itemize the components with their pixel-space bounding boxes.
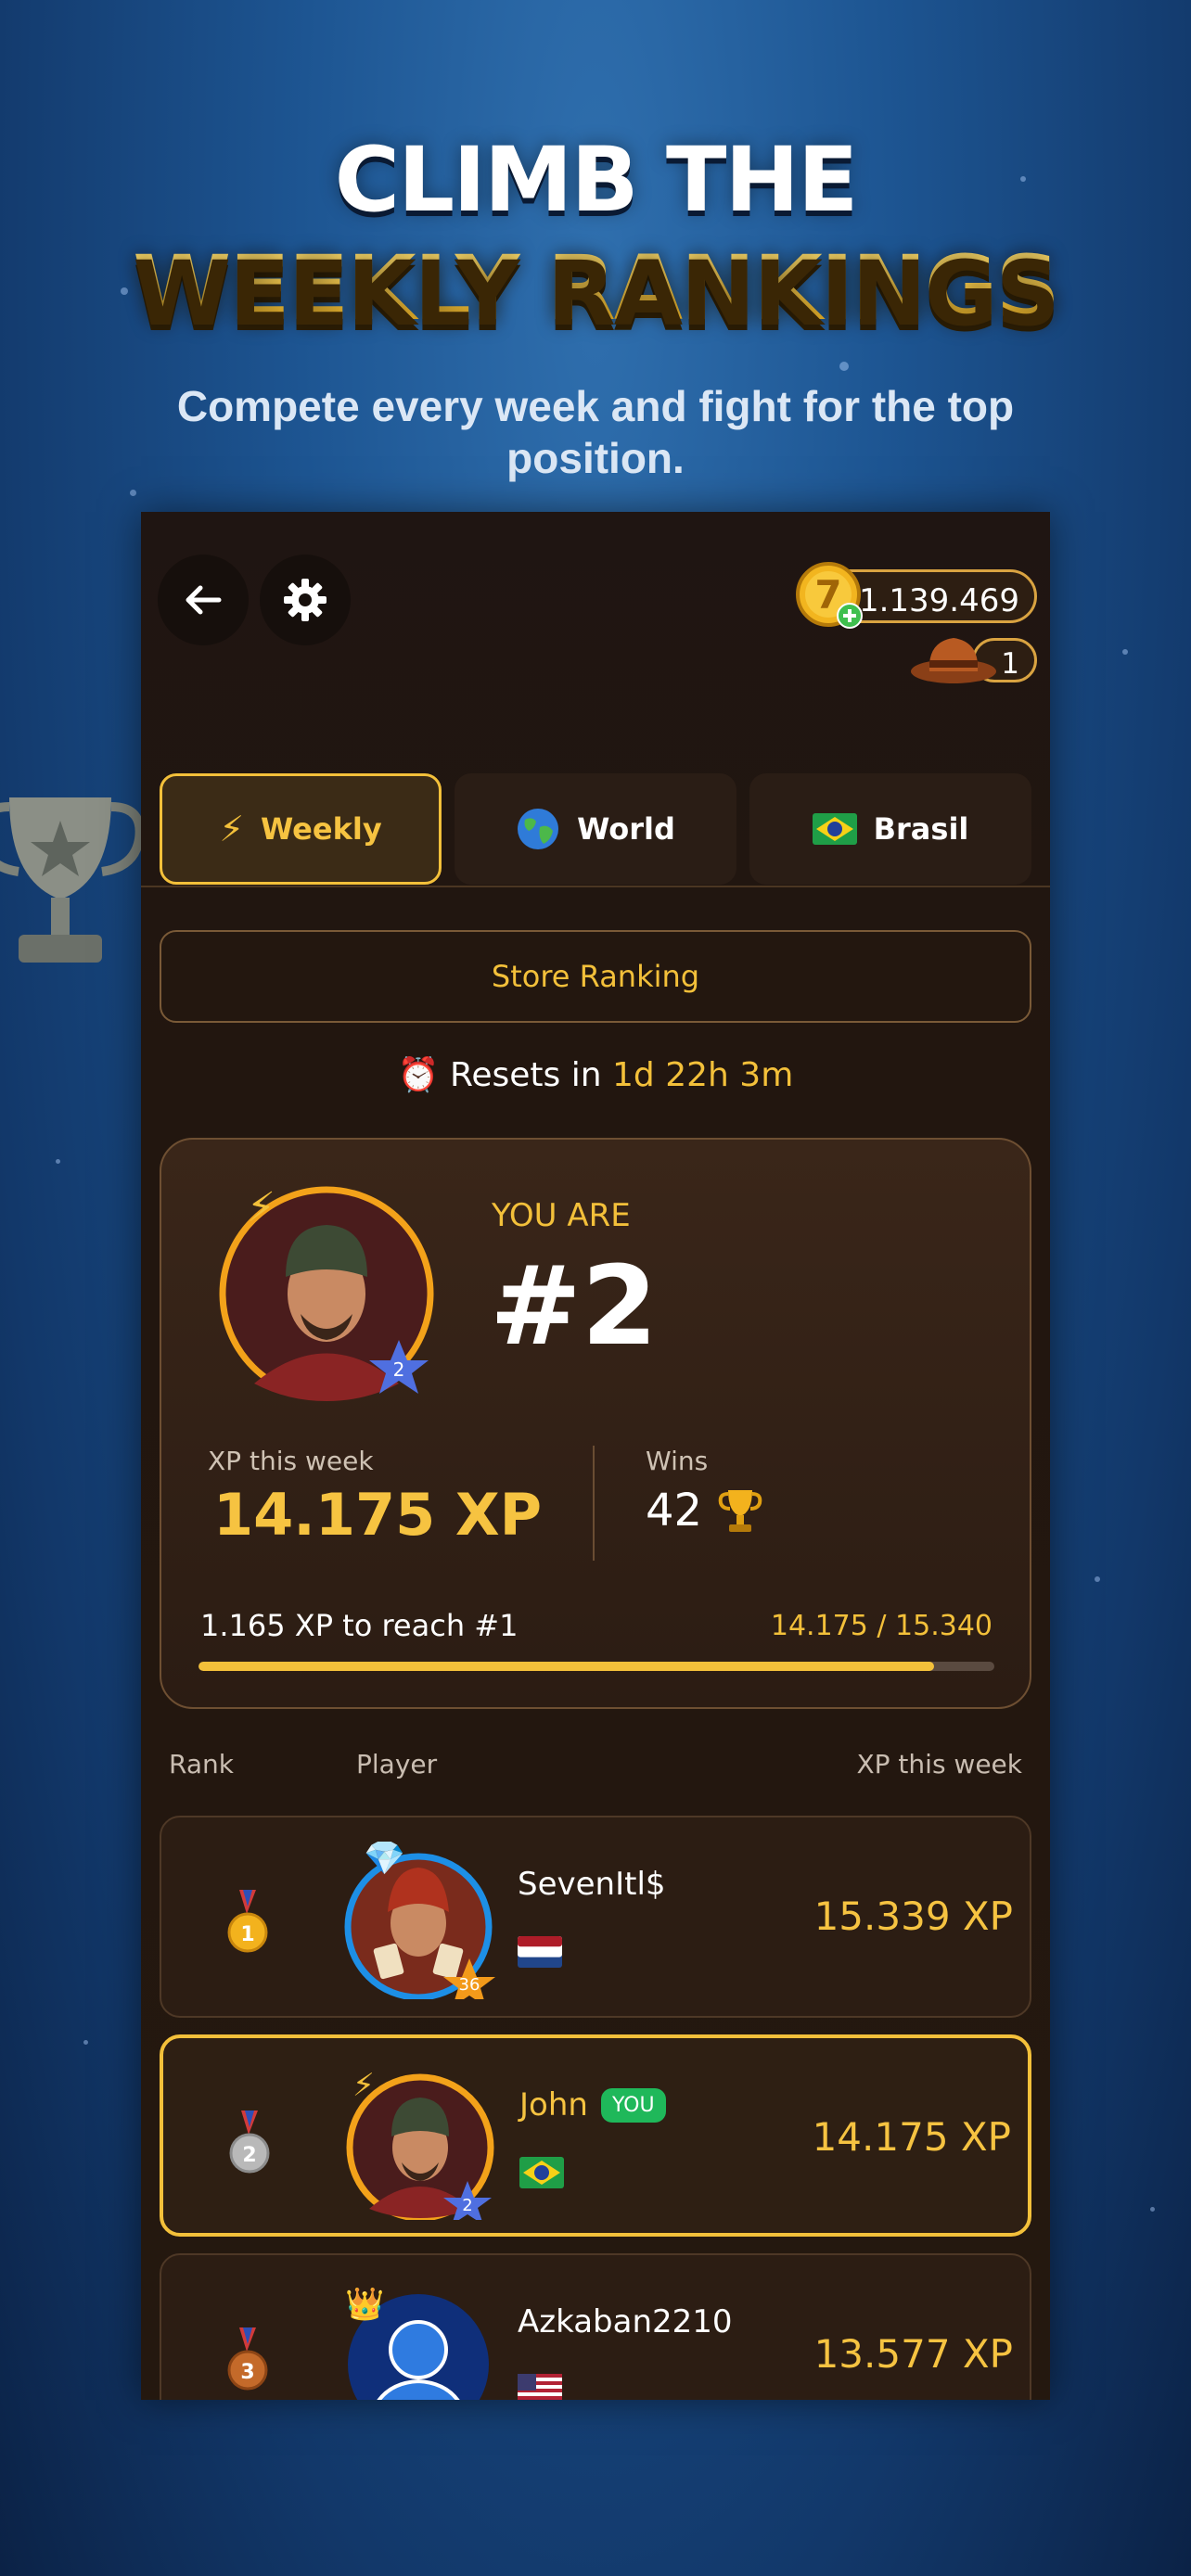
player-name-text: John (519, 2086, 588, 2123)
player-xp: 14.175 XP (812, 2114, 1011, 2160)
header-xp: XP this week (856, 1749, 1022, 1779)
avatar-level: 36 (459, 1975, 480, 1995)
trophy-icon (0, 797, 145, 963)
avatar: 👑 (345, 2286, 489, 2400)
promo-title-line1: CLIMB THE (334, 128, 859, 232)
rank-number: 1 (240, 1923, 254, 1946)
brazil-flag-icon (812, 813, 857, 845)
ranking-panel: 1.139.469 7 1 ⚡ Weekly World Brasil Stor… (141, 512, 1050, 2400)
trophy-icon (718, 1490, 762, 1532)
table-row[interactable]: 1 💎 36 SevenItl$ 15.339 XP (160, 1816, 1031, 2018)
player-name: SevenItl$ (518, 1866, 666, 1903)
hat-balance-value: 1 (1001, 647, 1019, 681)
resets-value: 1d 22h 3m (612, 1056, 794, 1094)
gold-medal-icon: 1 (227, 1890, 268, 1953)
lightning-icon: ⚡ (352, 2067, 375, 2104)
table-row[interactable]: 3 👑 Azkaban2210 13.577 XP (160, 2253, 1031, 2400)
header-rank: Rank (169, 1749, 234, 1779)
back-button[interactable] (158, 555, 249, 645)
stats-divider (593, 1446, 595, 1561)
avatar: 💎 36 (344, 1842, 495, 1999)
rank-number: 3 (240, 2361, 254, 2384)
svg-text:⚡: ⚡ (247, 1184, 275, 1231)
avatar: ⚡ 2 (346, 2067, 494, 2220)
coin-balance-value: 1.139.469 (858, 582, 1019, 619)
avatar-level: 2 (393, 1358, 405, 1381)
promo-subtitle: Compete every week and fight for the top… (176, 382, 1015, 482)
avatar-level: 2 (462, 2196, 472, 2215)
rank-number: 2 (242, 2144, 256, 2167)
xp-progress-fill (198, 1662, 934, 1671)
player-xp: 15.339 XP (813, 1894, 1013, 1939)
you-badge: YOU (600, 2087, 666, 2123)
wins-label: Wins (646, 1446, 709, 1476)
alarm-clock-icon: ⏰ (397, 1056, 440, 1094)
tab-label: World (577, 811, 675, 847)
promo-title-line2: WEEKLY RANKINGS (0, 236, 1191, 340)
player-name-text: Azkaban2210 (518, 2303, 733, 2340)
lightning-icon: ⚡ (219, 809, 244, 849)
arrow-left-icon (186, 585, 222, 615)
usa-flag-icon (518, 2374, 562, 2400)
tab-brasil[interactable]: Brasil (749, 773, 1031, 885)
globe-icon (518, 809, 559, 849)
hat-icon (911, 638, 996, 683)
gear-icon (284, 579, 327, 621)
player-name-text: SevenItl$ (518, 1866, 666, 1903)
tab-world[interactable]: World (455, 773, 736, 885)
brazil-flag-icon (519, 2157, 564, 2188)
player-xp: 13.577 XP (813, 2331, 1013, 2377)
xp-week-label: XP this week (208, 1446, 374, 1476)
avatar: ⚡ 2 (219, 1184, 434, 1401)
you-are-label: YOU ARE (492, 1197, 631, 1234)
settings-button[interactable] (260, 555, 351, 645)
store-ranking-button[interactable]: Store Ranking (160, 930, 1031, 1023)
coin-icon: 7 (796, 562, 863, 629)
bronze-medal-icon: 3 (227, 2327, 268, 2391)
your-rank-card: ⚡ 2 YOU ARE #2 XP this week 14.175 XP Wi… (160, 1138, 1031, 1709)
player-name: John YOU (519, 2086, 666, 2123)
netherlands-flag-icon (518, 1936, 562, 1968)
resets-timer: ⏰ Resets in 1d 22h 3m (141, 1055, 1050, 1094)
tab-label: Brasil (873, 811, 969, 847)
xp-to-first: 1.165 XP to reach #1 (200, 1608, 519, 1643)
silver-medal-icon: 2 (229, 2111, 270, 2174)
diamond-icon: 💎 (364, 1842, 405, 1878)
progress-text: 14.175 / 15.340 (770, 1610, 992, 1642)
table-row[interactable]: 2 ⚡ 2 John YOU 14.175 XP (160, 2034, 1031, 2237)
your-rank: #2 (490, 1242, 658, 1370)
header-player: Player (356, 1749, 438, 1779)
player-name: Azkaban2210 (518, 2303, 733, 2340)
xp-week-value: 14.175 XP (213, 1481, 543, 1549)
crown-icon: 👑 (345, 2286, 384, 2323)
tab-weekly[interactable]: ⚡ Weekly (160, 773, 442, 885)
tab-divider (141, 886, 1050, 887)
wins: 42 (646, 1485, 763, 1537)
xp-progress-bar (198, 1662, 994, 1671)
wins-value: 42 (646, 1485, 703, 1537)
tab-label: Weekly (261, 811, 382, 847)
resets-label: Resets in (449, 1056, 602, 1094)
